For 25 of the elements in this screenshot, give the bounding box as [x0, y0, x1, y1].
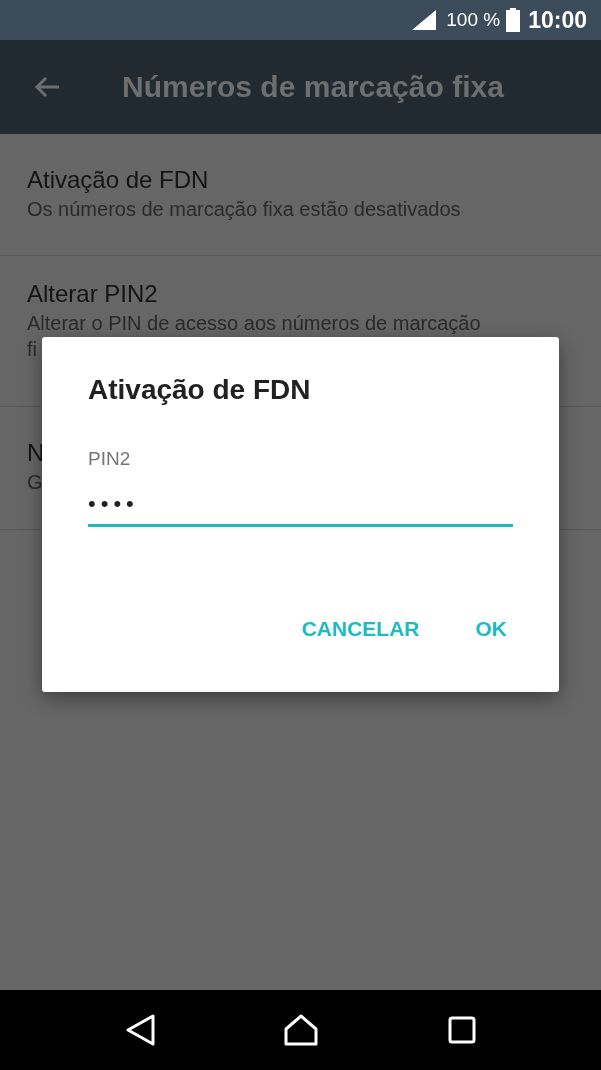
item-summary: fi	[27, 337, 37, 362]
dialog-button[interactable]: OK	[467, 613, 515, 645]
battery-icon	[506, 8, 521, 32]
screen-title: Números de marcação fixa	[122, 70, 504, 104]
field-label: PIN2	[88, 448, 132, 470]
dialog-button[interactable]: CANCELAR	[293, 613, 428, 645]
back-button[interactable]	[124, 1014, 155, 1046]
home-button[interactable]	[284, 1014, 319, 1046]
signal-icon	[412, 10, 437, 30]
item-summary: Alterar o PIN de acesso aos números de marcação	[27, 311, 481, 336]
clock: 10:00	[528, 6, 587, 34]
triangle-icon	[124, 1014, 155, 1046]
square-icon	[448, 1016, 477, 1044]
item-title: Ativação de FDN	[27, 165, 209, 195]
item-summary: G	[27, 470, 43, 495]
dialog-title: Ativação de FDN	[88, 374, 312, 406]
recents-button[interactable]	[448, 1016, 477, 1044]
pin-field[interactable]: ••••	[88, 484, 513, 527]
battery-percent: 100 %	[446, 9, 501, 31]
item-summary: Os números de marcação fixa estão desativados	[27, 197, 461, 222]
item-title: N	[27, 438, 45, 468]
item-title: Alterar PIN2	[27, 279, 158, 309]
settings-item[interactable]: Ativação de FDN Os números de marcação fixa estão desativados	[0, 134, 601, 256]
back-arrow-icon	[34, 76, 60, 98]
home-icon	[284, 1014, 319, 1046]
